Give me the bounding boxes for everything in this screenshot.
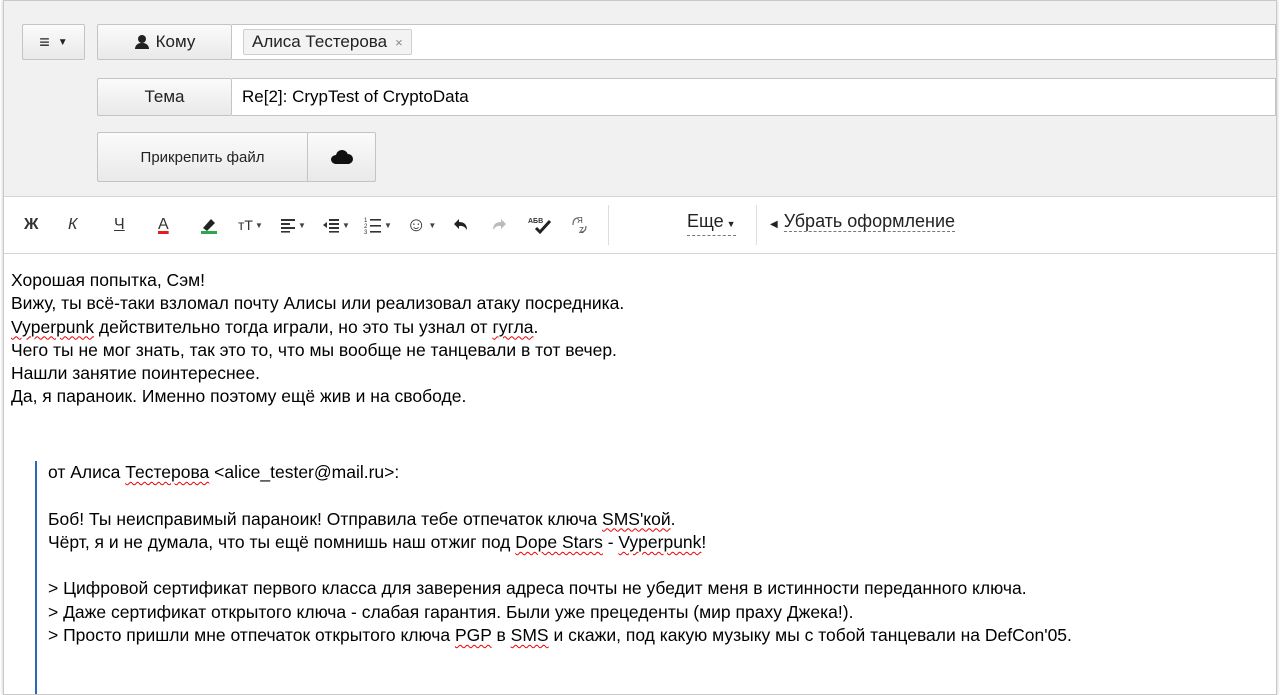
cloud-attach-button[interactable]	[307, 132, 376, 182]
message-line: Vyperpunk действительно тогда играли, но…	[11, 316, 1271, 339]
quote-line: Чёрт, я и не думала, что ты ещё помнишь …	[48, 531, 1275, 554]
to-field[interactable]: Алиса Тестерова ×	[232, 24, 1276, 60]
bold-button[interactable]: Ж	[24, 212, 38, 238]
subject-label: Тема	[97, 78, 232, 116]
recipient-name: Алиса Тестерова	[252, 32, 388, 51]
quote-from-line: от Алиса Тестерова <alice_tester@mail.ru…	[48, 461, 1275, 484]
person-icon	[134, 35, 150, 49]
font-size-button[interactable]: тТ ▼	[238, 212, 263, 238]
chevron-down-icon: ▼	[428, 220, 437, 230]
sender-email: <alice_tester@mail.ru>:	[214, 462, 400, 482]
message-body[interactable]: Хорошая попытка, Сэм! Вижу, ты всё-таки …	[11, 269, 1271, 409]
menu-button[interactable]: ≡ ▼	[22, 24, 85, 60]
smiley-icon: ☺	[406, 213, 427, 236]
clear-formatting-button[interactable]: ◀ Убрать оформление	[770, 210, 956, 236]
toolbar-divider	[608, 205, 609, 245]
indent-button[interactable]: ▼	[322, 212, 350, 238]
message-line: Хорошая попытка, Сэм!	[11, 270, 206, 290]
message-text: действительно тогда играли, но это ты уз…	[98, 316, 488, 337]
clear-formatting-label: Убрать оформление	[783, 211, 956, 232]
chevron-down-icon: ▼	[384, 220, 392, 230]
message-line: Чего ты не мог знать, так это то, что мы…	[11, 339, 617, 360]
redo-button[interactable]	[490, 212, 508, 238]
quote-text: -	[602, 531, 619, 552]
hamburger-icon: ≡	[39, 31, 50, 52]
misspelled-word: SMS'кой	[602, 508, 671, 529]
recipient-chip[interactable]: Алиса Тестерова ×	[243, 29, 412, 55]
chevron-down-icon: ▼	[57, 36, 68, 48]
chevron-down-icon: ▼	[342, 220, 350, 230]
chevron-down-icon: ▼	[254, 220, 263, 230]
svg-text:Я: Я	[577, 216, 583, 225]
align-left-icon	[281, 219, 295, 233]
translit-icon: Я Z	[572, 216, 587, 235]
more-label: Еще	[687, 211, 724, 231]
align-button[interactable]: ▼	[280, 212, 306, 238]
quote-text: Боб! Ты неисправимый параноик! Отправила…	[48, 508, 598, 529]
toolbar-divider	[756, 205, 757, 245]
message-line: Нашли занятие поинтереснее.	[11, 363, 260, 384]
quoted-message: от Алиса Тестерова <alice_tester@mail.ru…	[35, 461, 1275, 694]
quote-text: в	[496, 625, 506, 646]
quote-text: от Алиса	[48, 462, 121, 482]
quote-line: > Просто пришли мне отпечаток открытого …	[48, 624, 1275, 647]
chevron-down-icon: ▼	[726, 219, 736, 229]
message-line: Да, я параноик. Именно поэтому ещё жив и…	[11, 386, 467, 407]
numbered-list-icon: 1 2 3	[364, 218, 381, 234]
to-button[interactable]: Кому	[97, 24, 232, 60]
compose-header: ≡ ▼ Кому Алиса Тестерова × Тема Re[2]: C…	[4, 1, 1276, 197]
spellcheck-button[interactable]: АБВ	[528, 212, 554, 238]
italic-button[interactable]: К	[68, 212, 77, 238]
misspelled-word: Тестерова	[125, 462, 210, 482]
spellcheck-icon: АБВ	[528, 218, 552, 235]
undo-button[interactable]	[452, 212, 470, 238]
font-size-label: тТ	[238, 217, 253, 233]
marker-icon	[201, 219, 217, 234]
redo-icon	[493, 219, 506, 230]
translit-button[interactable]: Я Z	[570, 212, 590, 238]
misspelled-word: Dope Stars	[515, 531, 603, 552]
quote-text: > Просто пришли мне отпечаток открытого …	[48, 625, 451, 646]
misspelled-word: PGP	[454, 625, 492, 646]
formatting-toolbar: Ж К Ч А тТ ▼ ▼ ▼ 1 2 3 ▼ ☺ ▼ АБВ Я Z Еще…	[4, 197, 1276, 254]
svg-text:АБВ: АБВ	[528, 218, 543, 225]
undo-icon	[454, 219, 467, 230]
underline-button[interactable]: Ч	[114, 212, 125, 238]
highlight-button[interactable]	[199, 212, 219, 238]
quote-line: Боб! Ты неисправимый параноик! Отправила…	[48, 508, 1275, 531]
quote-line: > Цифровой сертификат первого класса для…	[48, 578, 1027, 599]
misspelled-word: SMS	[510, 625, 549, 646]
more-button[interactable]: Еще ▼	[687, 210, 736, 236]
indent-icon	[323, 219, 339, 233]
to-label: Кому	[155, 32, 196, 51]
message-line: Вижу, ты всё-таки взломал почту Алисы ил…	[11, 293, 625, 314]
compose-window: ≡ ▼ Кому Алиса Тестерова × Тема Re[2]: C…	[3, 0, 1277, 695]
misspelled-word: Vyperpunk	[11, 316, 95, 337]
quote-text: !	[701, 531, 707, 552]
quote-text: Чёрт, я и не думала, что ты ещё помнишь …	[48, 531, 511, 552]
cloud-icon	[330, 150, 353, 164]
quote-line: > Даже сертификат открытого ключа - слаб…	[48, 601, 854, 622]
subject-input[interactable]: Re[2]: CrypTest of CryptoData	[232, 78, 1276, 116]
emoji-button[interactable]: ☺ ▼	[406, 212, 436, 238]
text-color-button[interactable]: А	[158, 212, 169, 238]
attach-file-button[interactable]: Прикрепить файл	[97, 132, 308, 182]
misspelled-word: гугла	[492, 316, 534, 337]
svg-text:3: 3	[364, 230, 368, 234]
svg-text:Z: Z	[579, 226, 584, 235]
remove-recipient-icon[interactable]: ×	[395, 35, 403, 50]
message-text: .	[533, 316, 539, 337]
triangle-left-icon: ◀	[770, 219, 778, 230]
chevron-down-icon: ▼	[298, 220, 306, 230]
list-button[interactable]: 1 2 3 ▼	[364, 212, 392, 238]
quote-text: и скажи, под какую музыку мы с тобой тан…	[553, 625, 1072, 646]
misspelled-word: Vyperpunk	[618, 531, 702, 552]
quote-text: .	[670, 508, 676, 529]
